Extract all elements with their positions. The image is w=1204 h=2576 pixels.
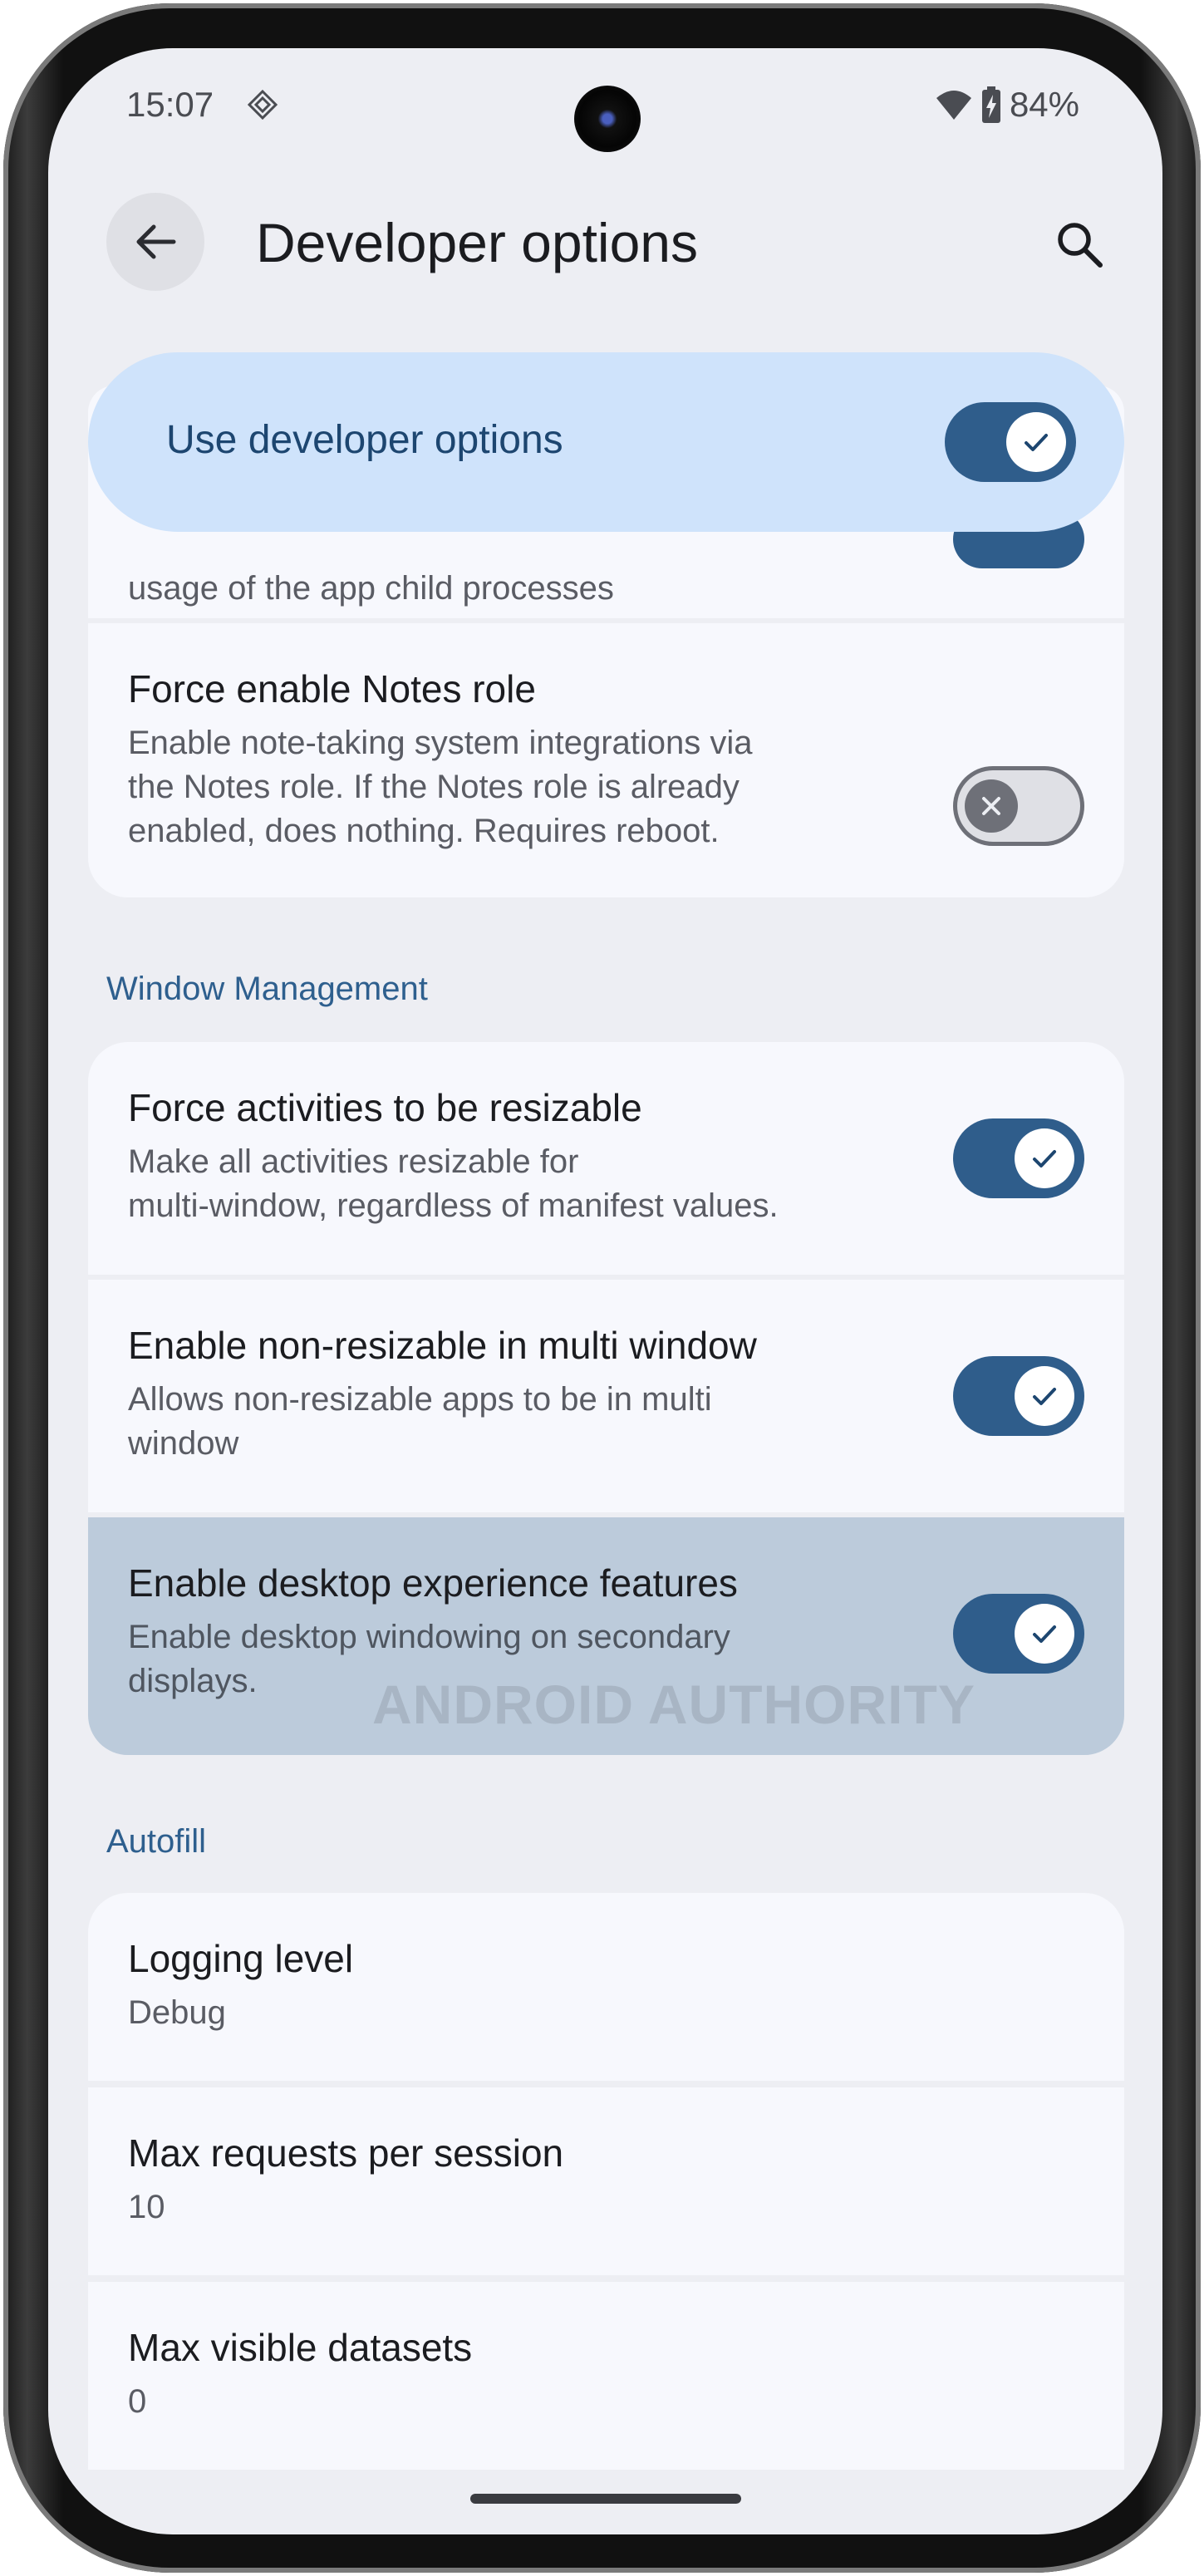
back-button[interactable] xyxy=(106,193,204,291)
item-title: Force activities to be resizable xyxy=(128,1086,642,1129)
developer-options-toggle[interactable] xyxy=(945,402,1076,482)
section-title-window-management: Window Management xyxy=(106,971,428,1007)
item-subtitle: Allows non-resizable apps to be in multi… xyxy=(128,1381,712,1462)
list-item-force-notes-role[interactable]: Force enable Notes role Enable note-taki… xyxy=(88,623,1124,897)
check-icon xyxy=(1025,434,1048,451)
item-value: Debug xyxy=(128,1994,226,2031)
battery-charging-icon xyxy=(981,86,1000,123)
item-subtitle: Make all activities resizable for multi-… xyxy=(128,1143,779,1224)
status-time: 15:07 xyxy=(126,85,214,124)
list-item-force-resizable[interactable]: Force activities to be resizable Make al… xyxy=(88,1042,1124,1275)
item-title: Max requests per session xyxy=(128,2131,564,2175)
item-title: Enable desktop experience features xyxy=(128,1561,738,1605)
switch-knob xyxy=(1015,1366,1074,1426)
switch-knob xyxy=(965,779,1018,833)
front-camera xyxy=(574,86,641,152)
page-title: Developer options xyxy=(256,212,698,273)
section-title-autofill: Autofill xyxy=(106,1823,207,1860)
screen: 15:07 84% Developer options usage of the… xyxy=(48,48,1162,2534)
wifi-icon xyxy=(936,91,971,120)
item-title: Enable non-resizable in multi window xyxy=(128,1324,757,1367)
toggle-switch-off[interactable] xyxy=(953,766,1084,846)
close-icon xyxy=(982,797,1000,815)
check-icon xyxy=(1033,1150,1056,1168)
arrow-back-icon xyxy=(136,224,176,259)
status-icons: 84% xyxy=(935,85,1079,125)
item-title: Force enable Notes role xyxy=(128,667,536,710)
use-developer-options-banner[interactable]: Use developer options xyxy=(88,352,1124,532)
search-icon xyxy=(1058,223,1103,268)
check-icon xyxy=(1033,1625,1056,1643)
toggle-switch[interactable] xyxy=(953,1594,1084,1674)
list-item-non-resizable-multiwindow[interactable]: Enable non-resizable in multi window All… xyxy=(88,1280,1124,1512)
item-title: Logging level xyxy=(128,1937,354,1980)
home-indicator[interactable] xyxy=(470,2494,741,2504)
battery-percent: 84% xyxy=(1009,85,1079,124)
list-item-logging-level[interactable]: Logging level Debug xyxy=(88,1893,1124,2081)
item-value: 0 xyxy=(128,2383,147,2420)
toggle-switch[interactable] xyxy=(953,1356,1084,1436)
item-subtitle: usage of the app child processes xyxy=(128,570,614,607)
item-subtitle: Enable note-taking system integrations v… xyxy=(128,725,753,849)
watermark: ANDROID AUTHORITY xyxy=(372,1674,975,1735)
check-icon xyxy=(1033,1388,1056,1405)
item-value: 10 xyxy=(128,2189,165,2225)
banner-label: Use developer options xyxy=(166,418,563,462)
switch-knob xyxy=(1015,1128,1074,1188)
phone-frame: 15:07 84% Developer options usage of the… xyxy=(3,3,1201,2573)
switch-knob xyxy=(1015,1604,1074,1664)
item-title: Max visible datasets xyxy=(128,2326,473,2369)
toggle-switch[interactable] xyxy=(953,1118,1084,1198)
switch-knob xyxy=(1006,412,1066,472)
list-item-max-visible-datasets[interactable]: Max visible datasets 0 xyxy=(88,2282,1124,2470)
list-item-max-requests[interactable]: Max requests per session 10 xyxy=(88,2087,1124,2275)
search-button[interactable] xyxy=(1046,211,1113,278)
notification-diamond-icon xyxy=(248,90,278,120)
